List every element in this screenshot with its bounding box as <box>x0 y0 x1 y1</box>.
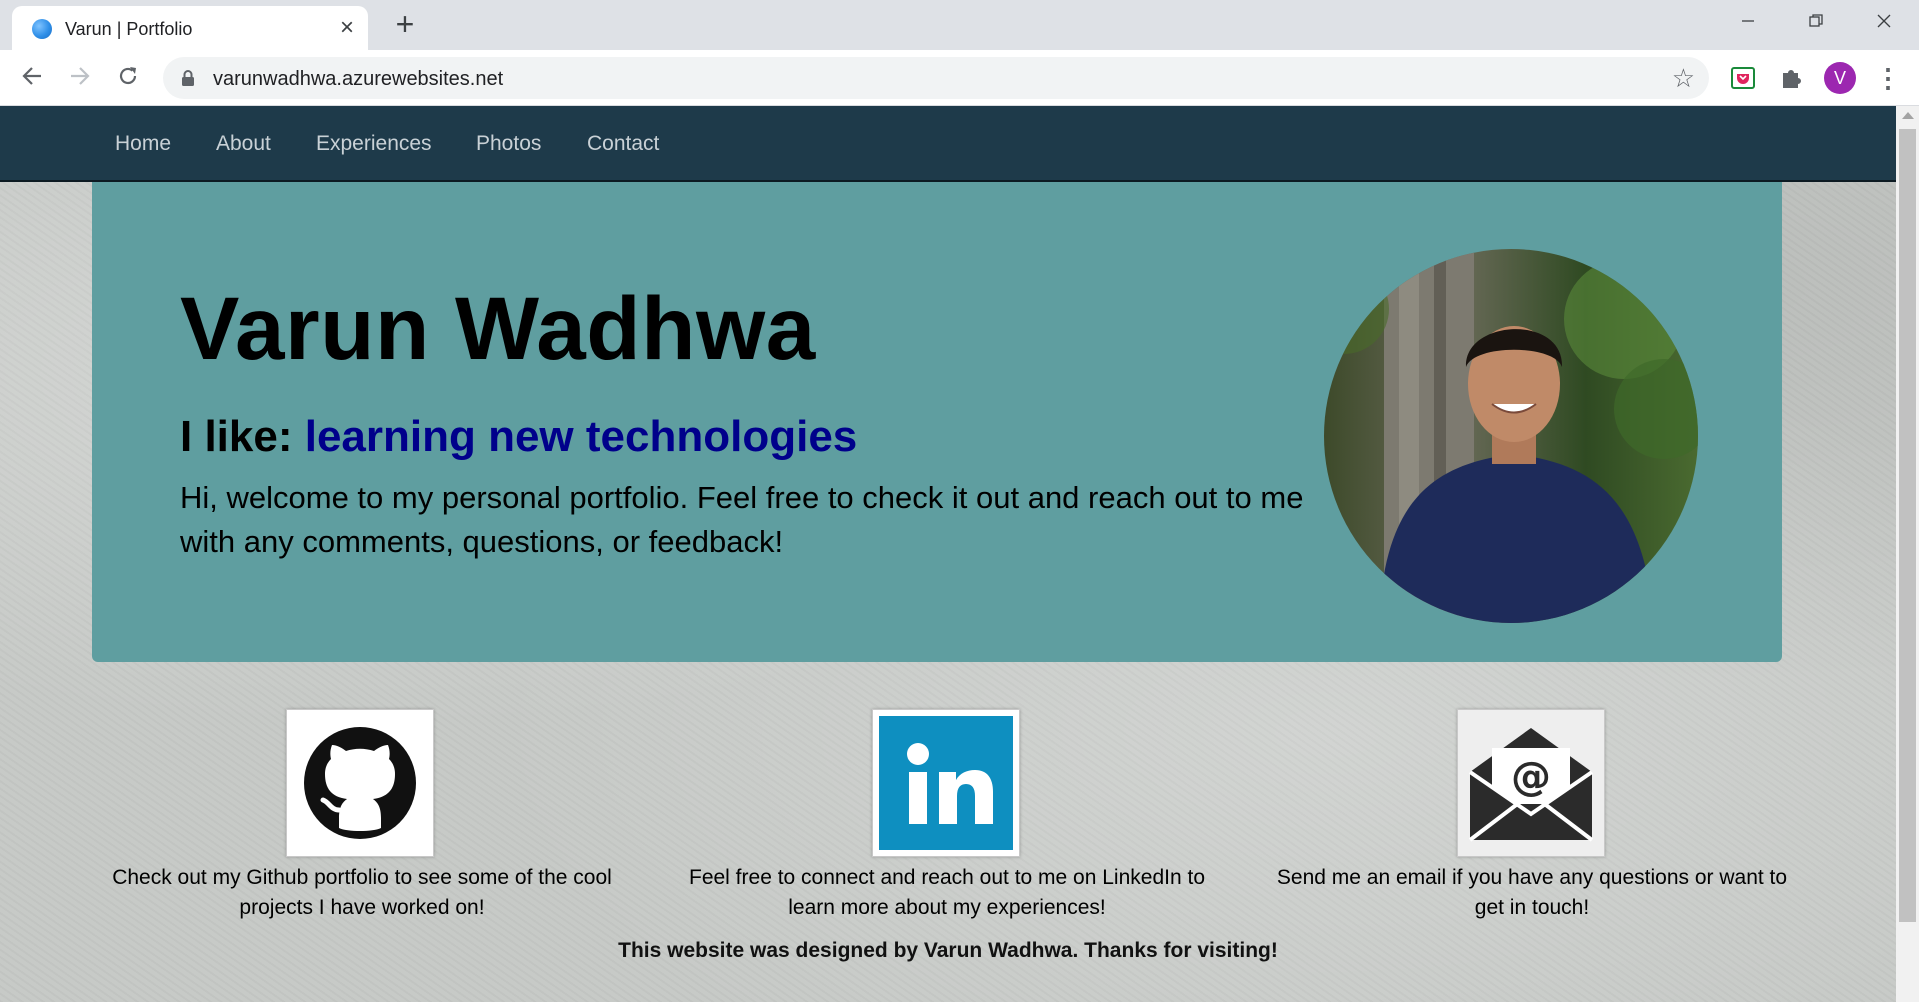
hero-jumbotron: Varun Wadhwa I like: learning new techno… <box>92 182 1782 662</box>
browser-tab[interactable]: Varun | Portfolio × <box>12 6 368 50</box>
nav-experiences[interactable]: Experiences <box>316 132 432 156</box>
svg-text:@: @ <box>1511 754 1551 800</box>
close-tab-icon[interactable]: × <box>334 15 360 41</box>
tab-strip: Varun | Portfolio × + <box>0 0 1919 50</box>
close-window-icon[interactable] <box>1864 6 1904 40</box>
site-navbar: Home About Experiences Photos Contact <box>0 106 1896 182</box>
lock-icon <box>181 69 195 87</box>
hero-description: Hi, welcome to my personal portfolio. Fe… <box>180 480 1304 559</box>
nav-about[interactable]: About <box>216 132 271 156</box>
kebab-menu-icon[interactable]: ⋮ <box>1875 62 1901 94</box>
restore-icon[interactable] <box>1796 6 1836 40</box>
globe-favicon-icon <box>32 19 52 39</box>
like-value: learning new technologies <box>304 412 858 461</box>
star-icon[interactable]: ☆ <box>1672 64 1695 92</box>
profile-avatar[interactable]: V <box>1824 62 1856 94</box>
nav-contact[interactable]: Contact <box>587 132 659 156</box>
scroll-thumb[interactable] <box>1899 129 1916 922</box>
tab-title: Varun | Portfolio <box>65 19 193 39</box>
hero-name: Varun Wadhwa <box>180 278 816 378</box>
new-tab-button[interactable]: + <box>390 8 420 40</box>
pocket-extension-icon[interactable] <box>1728 63 1758 93</box>
minimize-icon[interactable] <box>1728 6 1768 40</box>
github-icon[interactable] <box>286 709 434 857</box>
like-label: I like: <box>180 412 305 461</box>
nav-photos[interactable]: Photos <box>476 132 541 156</box>
forward-arrow-icon[interactable] <box>62 60 98 96</box>
back-arrow-icon[interactable] <box>14 60 50 96</box>
address-bar[interactable]: varunwadhwa.azurewebsites.net ☆ <box>163 57 1709 99</box>
reload-icon[interactable] <box>110 60 146 96</box>
url-text[interactable]: varunwadhwa.azurewebsites.net <box>213 68 503 91</box>
github-card-text: Check out my Github portfolio to see som… <box>112 866 612 919</box>
email-card-text: Send me an email if you have any questio… <box>1276 866 1788 919</box>
footer-text: This website was designed by Varun Wadhw… <box>618 939 1278 962</box>
scroll-up-arrow-icon[interactable] <box>1902 112 1914 119</box>
hero-like-line: I like: learning new technologies <box>180 412 857 462</box>
puzzle-extensions-icon[interactable] <box>1776 63 1806 93</box>
browser-toolbar: varunwadhwa.azurewebsites.net ☆ V ⋮ <box>0 50 1919 106</box>
page-scrollbar[interactable] <box>1896 106 1919 1002</box>
nav-home[interactable]: Home <box>115 132 171 156</box>
email-icon[interactable]: @ <box>1457 709 1605 857</box>
linkedin-card-text: Feel free to connect and reach out to me… <box>689 866 1205 919</box>
page-viewport: Home About Experiences Photos Contact Va… <box>0 106 1896 1002</box>
linkedin-icon[interactable] <box>872 709 1020 857</box>
profile-photo <box>1324 249 1698 623</box>
